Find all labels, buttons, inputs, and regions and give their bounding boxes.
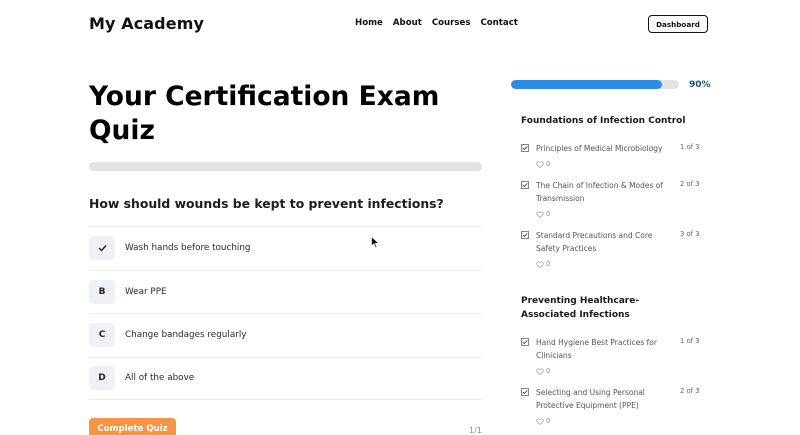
section-title: Preventing Healthcare-Associated Infecti… [521, 296, 640, 320]
lesson-title[interactable]: Selecting and Using Personal Protective … [536, 387, 666, 412]
answer-badge: B [89, 279, 115, 304]
answer-text: Wash hands before touching [125, 243, 251, 254]
section-title: Foundations of Infection Control [521, 116, 686, 126]
nav-contact[interactable]: Contact [480, 18, 517, 28]
lesson-count: 2 of 3 [680, 180, 700, 188]
dashboard-button[interactable]: Dashboard [648, 15, 708, 33]
likes-count: 0 [546, 367, 551, 375]
quiz-question: How should wounds be kept to prevent inf… [89, 196, 444, 211]
answer-option-d[interactable]: D All of the above [89, 356, 482, 400]
checkbox-checked-icon [521, 231, 529, 239]
checkbox-checked-icon [521, 144, 529, 152]
likes-count: 0 [546, 160, 551, 168]
lesson-title[interactable]: Standard Precautions and Core Safety Pra… [536, 230, 666, 255]
complete-quiz-button[interactable]: Complete Quiz [89, 418, 176, 435]
lesson-title[interactable]: The Chain of Infection & Modes of Transm… [536, 180, 666, 205]
lesson-likes[interactable]: 0 [536, 367, 550, 375]
nav-courses[interactable]: Courses [432, 18, 471, 28]
answer-badge: C [89, 323, 115, 348]
lesson-count: 3 of 3 [680, 230, 700, 238]
answer-list: Wash hands before touching B Wear PPE C … [89, 226, 482, 400]
likes-count: 0 [546, 210, 551, 218]
answer-option-c[interactable]: C Change bandages regularly [89, 313, 482, 357]
heart-icon [536, 260, 544, 268]
course-progress-fill [511, 80, 663, 89]
answer-text: All of the above [125, 373, 195, 384]
lesson-title[interactable]: Hand Hygiene Best Practices for Clinicia… [536, 337, 666, 362]
lesson-title[interactable]: Principles of Medical Microbiology [536, 143, 666, 156]
lesson-likes[interactable]: 0 [536, 417, 550, 425]
quiz-title: Your Certification Exam Quiz [89, 81, 440, 146]
heart-icon [536, 210, 544, 218]
course-progress-bar [511, 80, 679, 89]
checkbox-checked-icon [521, 338, 529, 346]
heart-icon [536, 367, 544, 375]
checkbox-checked-icon [521, 181, 529, 189]
page-counter: 1/1 [469, 426, 482, 435]
heart-icon [536, 417, 544, 425]
lesson-likes[interactable]: 0 [536, 160, 550, 168]
answer-option-b[interactable]: B Wear PPE [89, 269, 482, 314]
lesson-count: 1 of 3 [680, 337, 700, 345]
lesson-count: 2 of 3 [680, 387, 700, 395]
nav-home[interactable]: Home [355, 18, 383, 28]
answer-option-a[interactable]: Wash hands before touching [89, 226, 482, 270]
lesson-likes[interactable]: 0 [536, 260, 550, 268]
lesson-likes[interactable]: 0 [536, 210, 550, 218]
heart-icon [536, 160, 544, 168]
site-title[interactable]: My Academy [89, 14, 204, 33]
likes-count: 0 [546, 417, 551, 425]
checkbox-checked-icon [521, 388, 529, 396]
main-nav: Home About Courses Contact [355, 18, 518, 28]
answer-badge: D [89, 366, 115, 391]
lesson-count: 1 of 3 [680, 143, 700, 151]
answer-badge [89, 236, 115, 261]
nav-about[interactable]: About [393, 18, 422, 28]
answer-text: Change bandages regularly [125, 330, 247, 341]
mouse-cursor-icon [371, 236, 380, 249]
course-progress-percent: 90% [689, 80, 711, 90]
quiz-progress-bar [89, 162, 482, 171]
likes-count: 0 [546, 260, 551, 268]
answer-text: Wear PPE [125, 286, 167, 297]
check-icon [98, 245, 107, 252]
